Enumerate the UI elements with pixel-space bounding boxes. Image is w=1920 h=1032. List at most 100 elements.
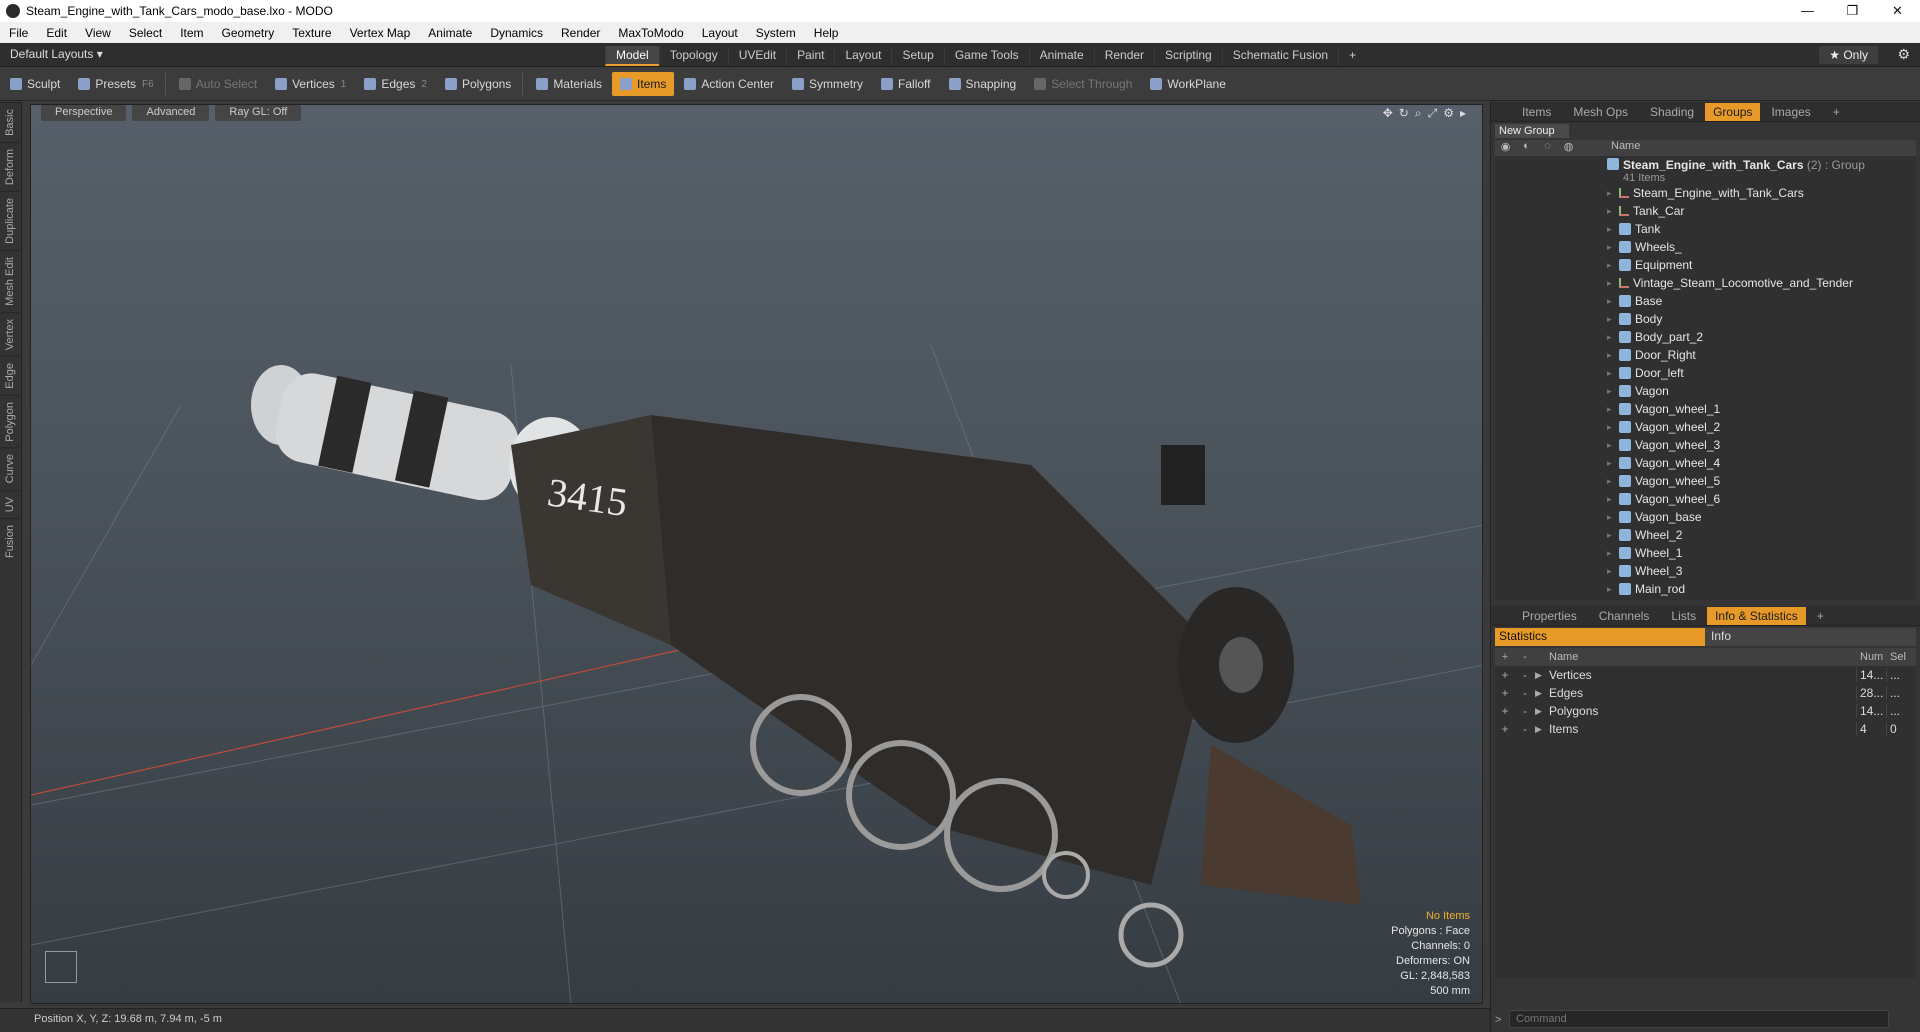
raygl-toggle[interactable]: Ray GL: Off [215,105,302,121]
panel-tab-lists[interactable]: Lists [1660,609,1707,623]
lock-icon[interactable]: ◐ [1516,140,1537,156]
tree-item[interactable]: ▸ Vagon_wheel_1 [1495,400,1916,418]
expand-arrow-icon[interactable]: ▸ [1607,566,1619,577]
menu-geometry[interactable]: Geometry [213,26,284,40]
mode-tab-model[interactable]: Model [605,46,659,66]
expand-arrow-icon[interactable]: ▸ [1607,296,1619,307]
expand-arrow-icon[interactable]: ▸ [1607,350,1619,361]
tree-item[interactable]: ▸ Vagon_wheel_4 [1495,454,1916,472]
menu-help[interactable]: Help [805,26,848,40]
tree-item[interactable]: ▸ Vagon_wheel_6 [1495,490,1916,508]
vertices-button[interactable]: Vertices 1 [267,72,354,96]
left-tab-uv[interactable]: UV [0,489,20,519]
tree-item[interactable]: ▸ Wheels_ [1495,238,1916,256]
snapping-button[interactable]: Snapping [941,72,1025,96]
mode-tab-paint[interactable]: Paint [786,46,834,66]
mode-tab-add[interactable]: + [1338,46,1366,66]
table-row[interactable]: + - ▶ Edges 28...... [1495,684,1916,702]
add-icon[interactable]: + [1495,722,1515,736]
tree-item[interactable]: ▸ Steam_Engine_with_Tank_Cars [1495,184,1916,202]
menu-render[interactable]: Render [552,26,609,40]
add-icon[interactable]: + [1495,651,1515,663]
remove-icon[interactable]: - [1515,722,1535,736]
expand-arrow-icon[interactable]: ▸ [1607,368,1619,379]
layouts-dropdown[interactable]: Default Layouts ▾ [10,47,103,61]
statistics-tab[interactable]: Statistics [1495,628,1705,646]
menu-maxtomodo[interactable]: MaxToModo [609,26,692,40]
workplane-button[interactable]: WorkPlane [1142,72,1233,96]
view-mode-dropdown[interactable]: Perspective [41,105,127,121]
remove-icon[interactable]: - [1515,686,1535,700]
expand-arrow-icon[interactable]: ▸ [1607,332,1619,343]
pan-icon[interactable]: ✥ [1383,106,1393,121]
menu-dynamics[interactable]: Dynamics [481,26,552,40]
sculpt-button[interactable]: Sculpt [2,72,68,96]
tree-item[interactable]: ▸ Door_Right [1495,346,1916,364]
render-icon[interactable]: ◌ [1537,140,1558,156]
menu-edit[interactable]: Edit [37,26,76,40]
mode-tab-animate[interactable]: Animate [1028,46,1094,66]
expand-arrow-icon[interactable]: ▸ [1607,314,1619,325]
left-tab-fusion[interactable]: Fusion [0,518,20,565]
minimize-button[interactable]: — [1785,0,1830,22]
left-tab-basic[interactable]: Basic [0,102,20,142]
expand-arrow-icon[interactable]: ▸ [1607,476,1619,487]
settings-icon[interactable]: ⚙ [1443,106,1454,121]
maximize-button[interactable]: ❐ [1830,0,1875,22]
mode-tab-scripting[interactable]: Scripting [1154,46,1222,66]
tree-item[interactable]: ▸ Tank_Car [1495,202,1916,220]
menu-view[interactable]: View [76,26,120,40]
tree-item[interactable]: ▸ Base [1495,292,1916,310]
expand-arrow-icon[interactable]: ▸ [1607,440,1619,451]
panel-tab-properties[interactable]: Properties [1511,609,1588,623]
select-through-button[interactable]: Select Through [1026,72,1140,96]
left-tab-vertex[interactable]: Vertex [0,311,20,356]
add-icon[interactable]: + [1495,668,1515,682]
expand-arrow-icon[interactable]: ▶ [1535,706,1549,717]
tree-item[interactable]: ▸ Tank [1495,220,1916,238]
table-row[interactable]: + - ▶ Vertices 14...... [1495,666,1916,684]
tree-item[interactable]: ▸ Vagon [1495,382,1916,400]
add-icon[interactable]: + [1495,686,1515,700]
polygons-button[interactable]: Polygons [437,72,519,96]
expand-arrow-icon[interactable]: ▸ [1607,530,1619,541]
panel-tab-groups[interactable]: Groups [1705,102,1761,121]
expand-arrow-icon[interactable]: ▶ [1535,724,1549,735]
tree-item[interactable]: ▸ Vagon_wheel_2 [1495,418,1916,436]
tree-item[interactable]: ▸ Vagon_wheel_3 [1495,436,1916,454]
expand-arrow-icon[interactable]: ▸ [1607,548,1619,559]
expand-arrow-icon[interactable]: ▸ [1607,242,1619,253]
materials-button[interactable]: Materials [528,72,610,96]
menu-file[interactable]: File [0,26,37,40]
expand-arrow-icon[interactable]: ▶ [1535,688,1549,699]
table-row[interactable]: + - ▶ Polygons 14...... [1495,702,1916,720]
expand-arrow-icon[interactable]: ▸ [1607,278,1619,289]
action-center-button[interactable]: Action Center [676,72,782,96]
mode-tab-render[interactable]: Render [1093,46,1154,66]
menu-item[interactable]: Item [171,26,212,40]
fit-icon[interactable]: ⤢ [1428,106,1438,121]
panel-tab-shading[interactable]: Shading [1639,105,1705,119]
add-icon[interactable]: + [1495,704,1515,718]
tree-item[interactable]: ▸ Vintage_Steam_Locomotive_and_Tender [1495,274,1916,292]
menu-vertex-map[interactable]: Vertex Map [341,26,420,40]
mode-tab-uvedit[interactable]: UVEdit [727,46,786,66]
menu-system[interactable]: System [747,26,805,40]
tree-item[interactable]: ▸ Body_part_2 [1495,328,1916,346]
expand-arrow-icon[interactable]: ▸ [1607,224,1619,235]
expand-arrow-icon[interactable]: ▸ [1460,106,1466,121]
tree-item[interactable]: ▸ Wheel_2 [1495,526,1916,544]
mode-tab-topology[interactable]: Topology [658,46,728,66]
tree-item[interactable]: ▸ Body [1495,310,1916,328]
remove-icon[interactable]: - [1515,668,1535,682]
panel-tab-images[interactable]: Images [1760,105,1821,119]
new-group-button[interactable]: New Group [1495,124,1569,138]
table-row[interactable]: + - ▶ Items 4 0 [1495,720,1916,738]
expand-arrow-icon[interactable]: ▸ [1607,188,1619,199]
falloff-button[interactable]: Falloff [873,72,938,96]
command-input[interactable] [1509,1010,1889,1028]
left-tab-edge[interactable]: Edge [0,355,20,395]
menu-texture[interactable]: Texture [283,26,340,40]
expand-arrow-icon[interactable]: ▸ [1607,494,1619,505]
zoom-icon[interactable]: ⌕ [1415,106,1422,121]
